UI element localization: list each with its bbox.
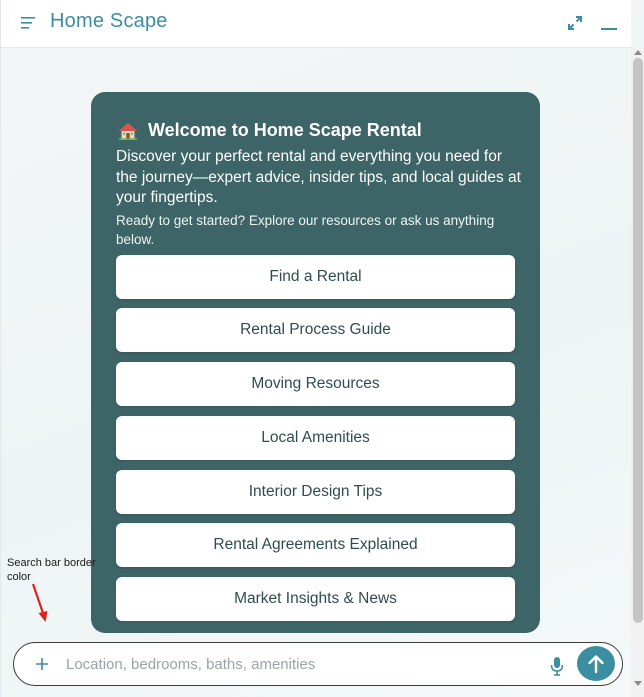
rental-agreements-explained-button[interactable]: Rental Agreements Explained xyxy=(116,523,515,567)
welcome-prompt: Ready to get started? Explore our resour… xyxy=(116,213,495,247)
welcome-card: Welcome to Home Scape Rental Discover yo… xyxy=(91,92,540,633)
scroll-up-arrow-icon[interactable] xyxy=(633,48,643,56)
arrow-up-icon xyxy=(588,654,604,673)
annotation-arrow-icon xyxy=(31,583,48,622)
market-insights-news-button[interactable]: Market Insights & News xyxy=(116,577,515,621)
search-input[interactable] xyxy=(66,651,536,677)
header: Home Scape xyxy=(1,0,631,48)
app-title: Home Scape xyxy=(50,10,168,32)
welcome-description: Discover your perfect rental and everyth… xyxy=(116,148,521,206)
welcome-title: Welcome to Home Scape Rental xyxy=(148,120,422,140)
interior-design-tips-button[interactable]: Interior Design Tips xyxy=(116,470,515,514)
mic-icon[interactable] xyxy=(550,656,564,676)
find-a-rental-button[interactable]: Find a Rental xyxy=(116,255,515,299)
scrollbar-thumb[interactable] xyxy=(633,58,643,623)
annotation-label: Search bar border color xyxy=(7,557,96,583)
welcome-heading: Welcome to Home Scape Rental xyxy=(118,120,422,141)
expand-icon[interactable] xyxy=(567,15,583,31)
rental-process-guide-button[interactable]: Rental Process Guide xyxy=(116,308,515,352)
menu-icon[interactable] xyxy=(21,17,35,29)
local-amenities-button[interactable]: Local Amenities xyxy=(116,416,515,460)
send-button[interactable] xyxy=(577,646,615,681)
scroll-down-arrow-icon[interactable] xyxy=(633,680,643,688)
minimize-icon[interactable] xyxy=(601,15,617,31)
chat-window: Home Scape Welcome to Home Scape Rental … xyxy=(0,0,644,697)
search-bar[interactable] xyxy=(13,642,623,686)
moving-resources-button[interactable]: Moving Resources xyxy=(116,362,515,406)
plus-icon[interactable] xyxy=(35,657,49,671)
house-icon xyxy=(119,122,137,140)
